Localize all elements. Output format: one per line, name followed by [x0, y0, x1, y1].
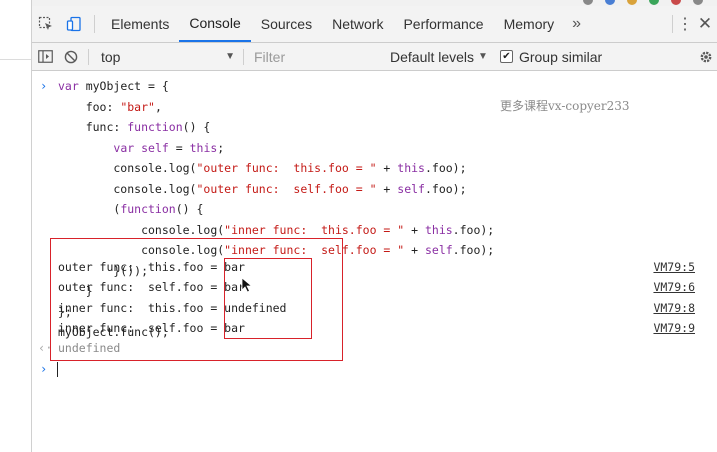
source-link[interactable]: VM79:6	[653, 277, 695, 297]
log-text: outer func: this.foo =	[58, 260, 225, 274]
log-line: outer func: this.foo = bar	[58, 257, 245, 277]
prompt-chevron-icon: ›	[40, 362, 48, 376]
close-devtools-icon[interactable]: ✕	[693, 6, 717, 42]
result-arrow-icon: ‹·	[38, 341, 53, 355]
log-value: bar	[224, 321, 245, 335]
tab-performance[interactable]: Performance	[393, 6, 493, 42]
tab-separator	[94, 15, 95, 33]
log-levels-label: Default levels	[390, 48, 475, 65]
extension-icon[interactable]	[649, 0, 659, 5]
log-line: inner func: this.foo = undefined	[58, 298, 286, 318]
device-toolbar-icon[interactable]	[60, 6, 88, 42]
toggle-sidebar-icon[interactable]	[32, 43, 58, 71]
dropdown-arrow-icon: ▼	[478, 51, 488, 62]
code-line: var myObject = {	[58, 79, 169, 93]
extension-icon[interactable]	[671, 0, 681, 5]
code-line: func: function() {	[58, 120, 211, 134]
source-link[interactable]: VM79:5	[653, 257, 695, 277]
log-value: undefined	[224, 301, 287, 315]
group-similar-label: Group similar	[518, 48, 603, 65]
log-levels-dropdown[interactable]: Default levels ▼	[384, 49, 494, 65]
code-line: console.log("inner func: self.foo = " + …	[58, 243, 495, 257]
inspect-element-icon[interactable]	[32, 6, 60, 42]
tab-memory[interactable]: Memory	[494, 6, 565, 42]
log-line: outer func: self.foo = bar	[58, 277, 245, 297]
left-panel-edge	[0, 0, 32, 452]
context-selector[interactable]: top ▼	[93, 43, 239, 71]
source-link[interactable]: VM79:9	[653, 318, 695, 338]
log-text: outer func: self.foo =	[58, 280, 225, 294]
console-caret[interactable]	[57, 362, 58, 377]
tab-elements[interactable]: Elements	[101, 6, 179, 42]
tab-network[interactable]: Network	[322, 6, 393, 42]
tab-console[interactable]: Console	[179, 6, 251, 42]
dropdown-arrow-icon: ▼	[225, 51, 235, 62]
extension-icon[interactable]	[605, 0, 615, 5]
tab-separator	[672, 15, 673, 33]
left-panel-divider	[0, 59, 31, 60]
code-line: console.log("inner func: this.foo = " + …	[58, 222, 495, 237]
source-link[interactable]: VM79:8	[653, 298, 695, 318]
code-line: console.log("outer func: self.foo = " + …	[58, 181, 467, 196]
extension-icon[interactable]	[693, 0, 703, 5]
code-line: foo: "bar",	[58, 99, 162, 114]
extension-icon[interactable]	[627, 0, 637, 5]
console-toolbar: top ▼ Default levels ▼ ✔ Group similar	[32, 43, 717, 71]
log-text: inner func: self.foo =	[58, 321, 225, 335]
code-line: var self = this;	[113, 140, 225, 155]
return-value: undefined	[58, 341, 121, 355]
bookmark-star-icon[interactable]	[583, 0, 593, 5]
code-line: console.log("outer func: this.foo = " + …	[58, 161, 467, 175]
tabbar-spacer	[589, 6, 668, 42]
toolbar-separator	[88, 48, 89, 65]
context-value: top	[101, 48, 121, 65]
more-tabs-button[interactable]: »	[564, 6, 589, 42]
customize-menu-icon[interactable]: ⋮	[677, 6, 693, 42]
devtools-tabbar: Elements Console Sources Network Perform…	[32, 6, 717, 43]
log-text: inner func: this.foo =	[58, 301, 225, 315]
input-chevron-icon: ›	[40, 79, 48, 93]
console-settings-icon[interactable]	[697, 48, 715, 66]
group-similar-toggle[interactable]: ✔ Group similar	[494, 49, 608, 65]
watermark-text: 更多课程vx-copyer233	[500, 99, 630, 113]
filter-input[interactable]	[248, 45, 384, 68]
console-output[interactable]: › var myObject = { foo: "bar", func: fun…	[32, 72, 717, 452]
code-line: (function() {	[58, 202, 204, 216]
log-value: bar	[224, 260, 245, 274]
clear-console-icon[interactable]	[58, 43, 84, 71]
log-line: inner func: self.foo = bar	[58, 318, 245, 338]
mouse-cursor-icon	[241, 277, 253, 293]
group-similar-checkbox[interactable]: ✔	[499, 50, 513, 63]
toolbar-separator	[243, 48, 244, 65]
tab-sources[interactable]: Sources	[251, 6, 322, 42]
